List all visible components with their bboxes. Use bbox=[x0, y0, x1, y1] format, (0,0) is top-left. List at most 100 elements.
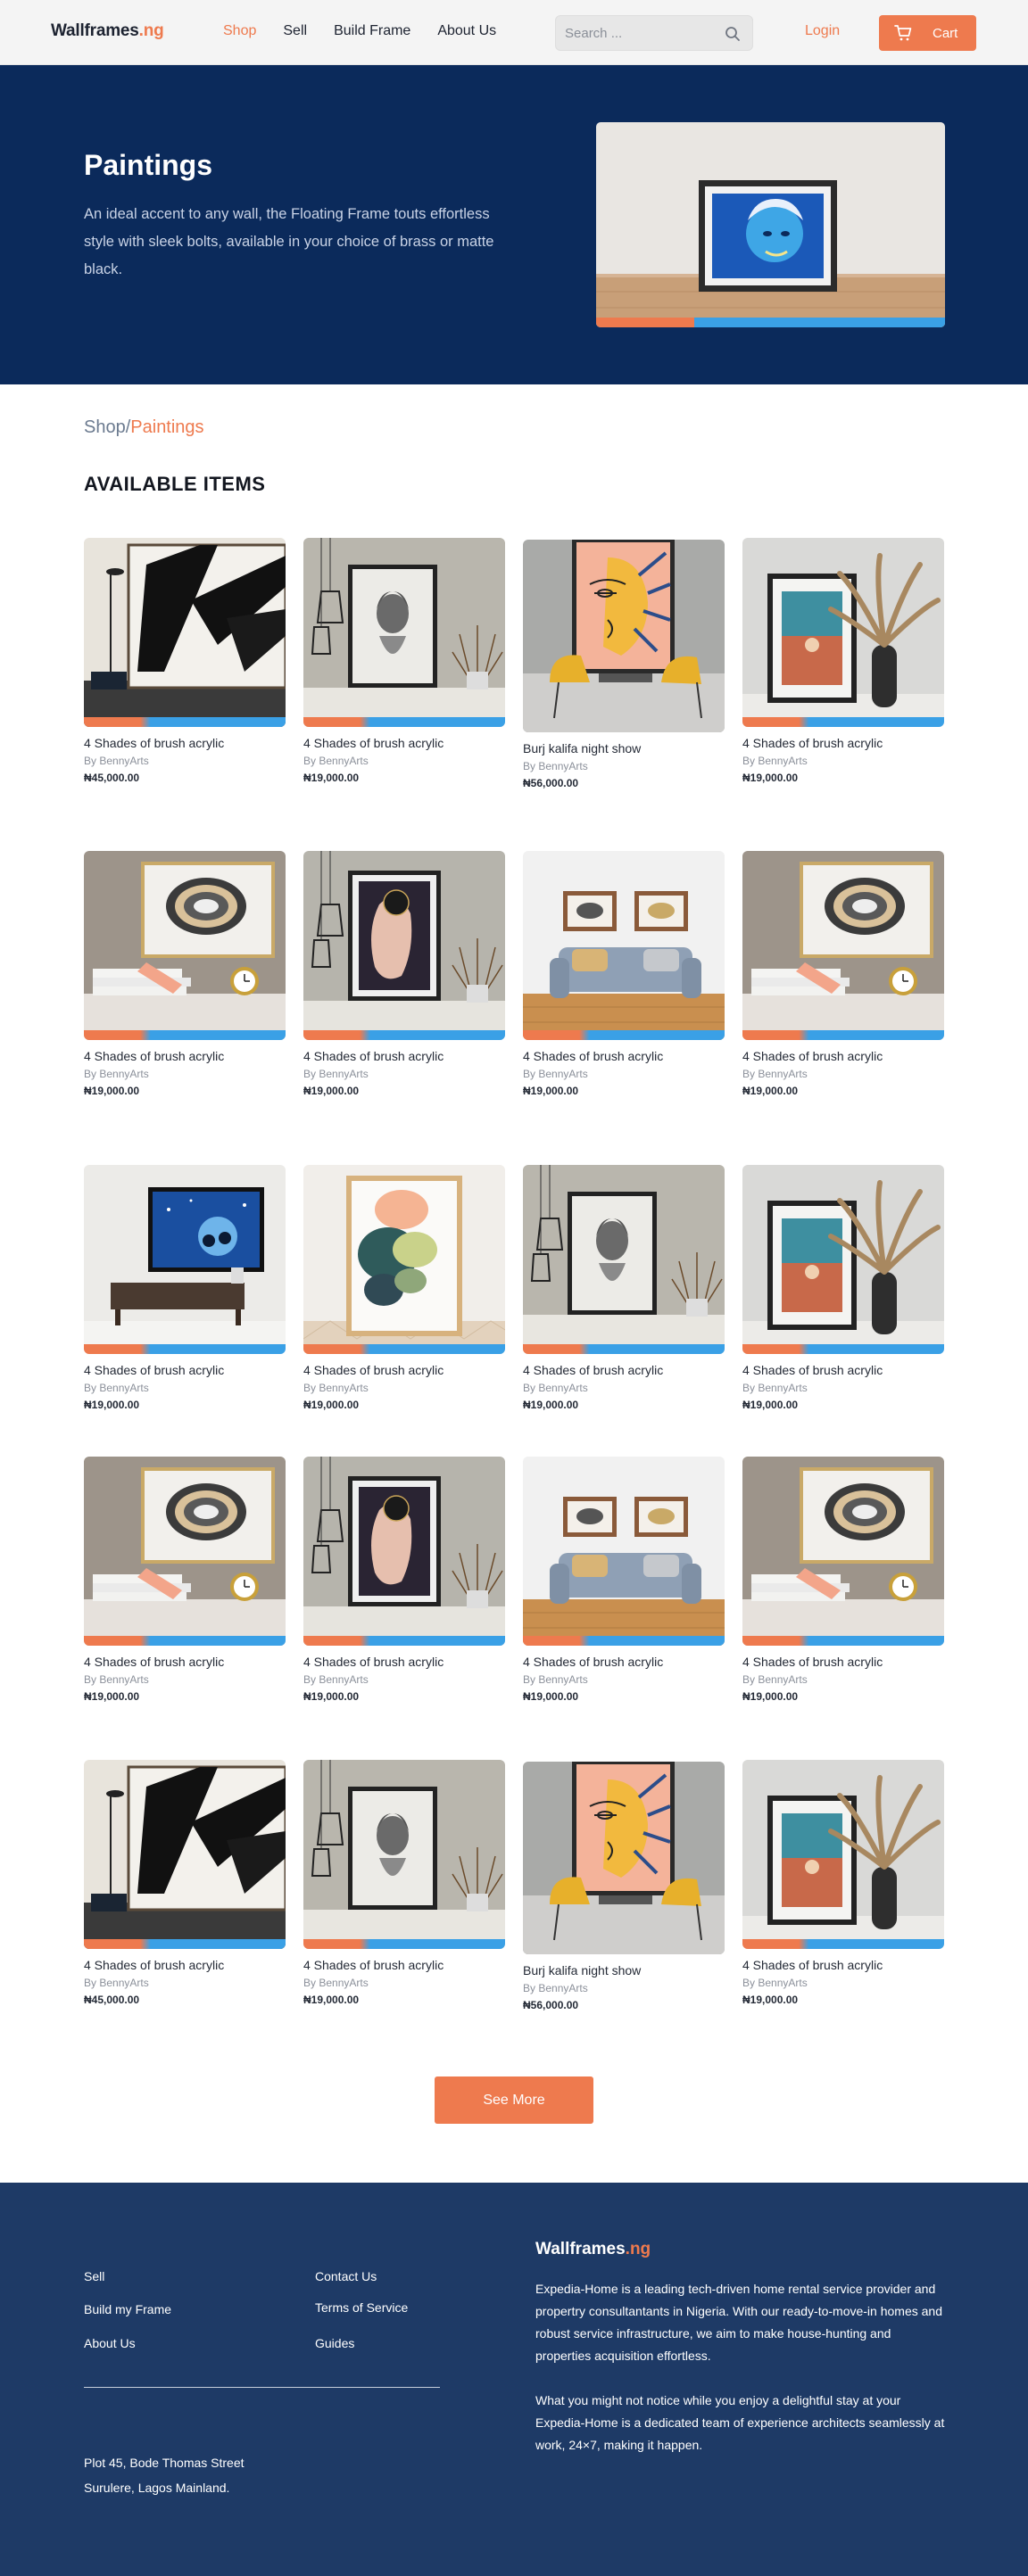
section-title: AVAILABLE ITEMS bbox=[84, 473, 266, 495]
product-card[interactable]: 4 Shades of brush acrylic By BennyArts ₦19… bbox=[742, 1760, 944, 2006]
frame-banner-stripe bbox=[84, 1636, 286, 1646]
product-card[interactable]: 4 Shades of brush acrylic By BennyArts ₦19… bbox=[303, 1457, 505, 1703]
product-card[interactable]: 4 Shades of brush acrylic By BennyArts ₦19… bbox=[303, 1165, 505, 1411]
product-image[interactable] bbox=[523, 540, 725, 732]
product-price: ₦19,000.00 bbox=[84, 1399, 140, 1411]
frame-banner-stripe bbox=[84, 1939, 286, 1949]
product-card[interactable]: 4 Shades of brush acrylic By BennyArts ₦19… bbox=[742, 538, 944, 784]
product-artist: By BennyArts bbox=[523, 760, 588, 772]
nav-link-shop[interactable]: Shop bbox=[223, 23, 256, 39]
product-card[interactable]: 4 Shades of brush acrylic By BennyArts ₦45… bbox=[84, 538, 286, 784]
product-card[interactable]: 4 Shades of brush acrylic By BennyArts ₦19… bbox=[303, 851, 505, 1097]
logo-accent: .ng bbox=[138, 21, 164, 40]
product-name[interactable]: 4 Shades of brush acrylic bbox=[303, 1655, 505, 1669]
product-card[interactable]: Burj kalifa night show By BennyArts ₦56,00… bbox=[523, 540, 725, 789]
breadcrumb-shop[interactable]: Shop bbox=[84, 417, 126, 437]
product-image[interactable] bbox=[303, 1457, 505, 1646]
product-price: ₦19,000.00 bbox=[84, 1085, 140, 1097]
product-card[interactable]: 4 Shades of brush acrylic By BennyArts ₦19… bbox=[523, 1457, 725, 1703]
product-card[interactable]: 4 Shades of brush acrylic By BennyArts ₦19… bbox=[742, 1457, 944, 1703]
product-image[interactable] bbox=[742, 1760, 944, 1949]
product-image[interactable] bbox=[84, 1457, 286, 1646]
search-input[interactable] bbox=[565, 16, 717, 50]
product-name[interactable]: 4 Shades of brush acrylic bbox=[742, 736, 944, 750]
product-name[interactable]: 4 Shades of brush acrylic bbox=[523, 1655, 725, 1669]
product-price: ₦19,000.00 bbox=[303, 1994, 360, 2006]
product-price: ₦19,000.00 bbox=[303, 1085, 360, 1097]
product-price: ₦45,000.00 bbox=[84, 772, 140, 784]
product-artist: By BennyArts bbox=[303, 1977, 369, 1989]
product-name[interactable]: Burj kalifa night show bbox=[523, 1963, 725, 1977]
product-artist: By BennyArts bbox=[523, 1382, 588, 1394]
product-name[interactable]: 4 Shades of brush acrylic bbox=[84, 1363, 286, 1377]
product-price: ₦56,000.00 bbox=[523, 777, 579, 789]
footer-link-contact-us[interactable]: Contact Us bbox=[315, 2269, 377, 2283]
product-image[interactable] bbox=[303, 851, 505, 1040]
product-card[interactable]: 4 Shades of brush acrylic By BennyArts ₦19… bbox=[303, 1760, 505, 2006]
product-image[interactable] bbox=[523, 1762, 725, 1954]
product-image[interactable] bbox=[742, 538, 944, 727]
product-name[interactable]: 4 Shades of brush acrylic bbox=[303, 736, 505, 750]
product-card[interactable]: 4 Shades of brush acrylic By BennyArts ₦19… bbox=[84, 851, 286, 1097]
product-name[interactable]: 4 Shades of brush acrylic bbox=[84, 1655, 286, 1669]
product-name[interactable]: 4 Shades of brush acrylic bbox=[303, 1363, 505, 1377]
product-name[interactable]: 4 Shades of brush acrylic bbox=[742, 1655, 944, 1669]
footer-link-terms[interactable]: Terms of Service bbox=[315, 2300, 408, 2315]
product-card[interactable]: 4 Shades of brush acrylic By BennyArts ₦19… bbox=[84, 1165, 286, 1411]
product-card[interactable]: 4 Shades of brush acrylic By BennyArts ₦45… bbox=[84, 1760, 286, 2006]
product-image[interactable] bbox=[523, 851, 725, 1040]
product-name[interactable]: 4 Shades of brush acrylic bbox=[303, 1049, 505, 1063]
see-more-button[interactable]: See More bbox=[435, 2076, 593, 2124]
product-artist: By BennyArts bbox=[84, 1977, 149, 1989]
product-card[interactable]: Burj kalifa night show By BennyArts ₦56,00… bbox=[523, 1762, 725, 2011]
product-name[interactable]: 4 Shades of brush acrylic bbox=[523, 1049, 725, 1063]
product-image[interactable] bbox=[742, 1165, 944, 1354]
footer-link-build-my-frame[interactable]: Build my Frame bbox=[84, 2302, 171, 2316]
footer-link-sell[interactable]: Sell bbox=[84, 2269, 104, 2283]
product-image[interactable] bbox=[84, 851, 286, 1040]
product-price: ₦19,000.00 bbox=[303, 1690, 360, 1703]
product-image[interactable] bbox=[303, 538, 505, 727]
product-image[interactable] bbox=[523, 1457, 725, 1646]
footer-link-guides[interactable]: Guides bbox=[315, 2336, 354, 2350]
product-card[interactable]: 4 Shades of brush acrylic By BennyArts ₦19… bbox=[523, 1165, 725, 1411]
product-price: ₦19,000.00 bbox=[742, 1994, 799, 2006]
product-image[interactable] bbox=[742, 1457, 944, 1646]
product-name[interactable]: Burj kalifa night show bbox=[523, 741, 725, 755]
product-name[interactable]: 4 Shades of brush acrylic bbox=[84, 1958, 286, 1972]
product-name[interactable]: 4 Shades of brush acrylic bbox=[742, 1958, 944, 1972]
product-artist: By BennyArts bbox=[303, 755, 369, 767]
footer-link-about-us[interactable]: About Us bbox=[84, 2336, 136, 2350]
search-icon[interactable] bbox=[724, 25, 742, 43]
product-image[interactable] bbox=[84, 1760, 286, 1949]
product-name[interactable]: 4 Shades of brush acrylic bbox=[742, 1049, 944, 1063]
product-artist: By BennyArts bbox=[742, 1068, 808, 1080]
product-name[interactable]: 4 Shades of brush acrylic bbox=[303, 1958, 505, 1972]
product-image[interactable] bbox=[303, 1760, 505, 1949]
nav-link-sell[interactable]: Sell bbox=[283, 23, 307, 39]
footer-logo[interactable]: Wallframes.ng bbox=[535, 2240, 651, 2259]
nav-link-build-frame[interactable]: Build Frame bbox=[334, 23, 410, 39]
frame-banner-stripe bbox=[742, 1636, 944, 1646]
logo[interactable]: Wallframes.ng bbox=[51, 21, 164, 41]
hero-image bbox=[596, 122, 945, 327]
product-card[interactable]: 4 Shades of brush acrylic By BennyArts ₦19… bbox=[303, 538, 505, 784]
product-name[interactable]: 4 Shades of brush acrylic bbox=[742, 1363, 944, 1377]
product-image[interactable] bbox=[84, 1165, 286, 1354]
product-price: ₦19,000.00 bbox=[84, 1690, 140, 1703]
product-image[interactable] bbox=[523, 1165, 725, 1354]
product-card[interactable]: 4 Shades of brush acrylic By BennyArts ₦19… bbox=[742, 1165, 944, 1411]
product-name[interactable]: 4 Shades of brush acrylic bbox=[84, 1049, 286, 1063]
product-card[interactable]: 4 Shades of brush acrylic By BennyArts ₦19… bbox=[84, 1457, 286, 1703]
product-name[interactable]: 4 Shades of brush acrylic bbox=[84, 736, 286, 750]
nav-link-about-us[interactable]: About Us bbox=[437, 23, 496, 39]
product-image[interactable] bbox=[84, 538, 286, 727]
product-card[interactable]: 4 Shades of brush acrylic By BennyArts ₦19… bbox=[523, 851, 725, 1097]
product-image[interactable] bbox=[742, 851, 944, 1040]
frame-banner-stripe bbox=[303, 1344, 505, 1354]
login-link[interactable]: Login bbox=[805, 23, 840, 39]
cart-button[interactable]: Cart bbox=[879, 15, 976, 51]
product-card[interactable]: 4 Shades of brush acrylic By BennyArts ₦19… bbox=[742, 851, 944, 1097]
product-name[interactable]: 4 Shades of brush acrylic bbox=[523, 1363, 725, 1377]
product-image[interactable] bbox=[303, 1165, 505, 1354]
